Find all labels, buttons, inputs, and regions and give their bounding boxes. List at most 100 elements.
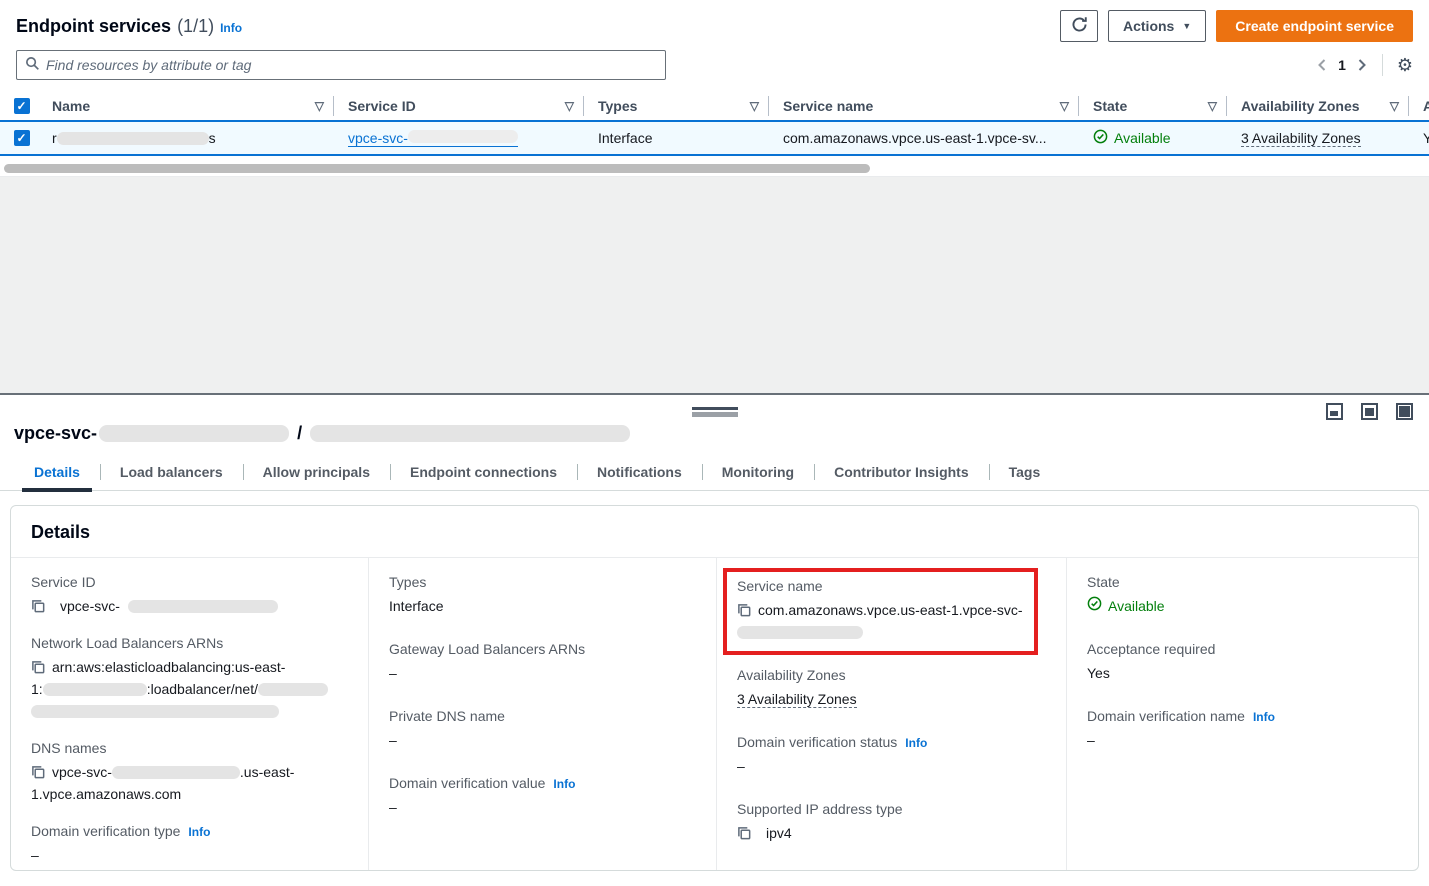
filter-icon[interactable]: ▽ xyxy=(315,99,324,113)
copy-icon[interactable] xyxy=(737,826,752,841)
column-header-service-name[interactable]: Service name ▽ xyxy=(769,92,1079,120)
refresh-button[interactable] xyxy=(1060,10,1098,42)
search-box xyxy=(16,50,666,80)
resource-count: (1/1) xyxy=(177,16,214,37)
copy-icon[interactable] xyxy=(737,603,752,618)
field-domain-verification-type: Domain verification type Info – xyxy=(31,823,348,866)
row-service-name-cell: com.amazonaws.vpce.us-east-1.vpce-sv... xyxy=(769,122,1079,154)
scrollbar-thumb[interactable] xyxy=(4,164,870,173)
redacted-text xyxy=(31,705,279,718)
horizontal-scrollbar xyxy=(4,164,1425,173)
check-circle-icon xyxy=(1093,129,1108,147)
redacted-text xyxy=(112,766,240,779)
redacted-text xyxy=(57,132,209,145)
column-header-state[interactable]: State ▽ xyxy=(1079,92,1227,120)
column-header-availability-zones[interactable]: Availability Zones ▽ xyxy=(1227,92,1409,120)
next-page-button[interactable] xyxy=(1356,58,1368,72)
field-types: Types Interface xyxy=(389,574,696,617)
availability-zones-link[interactable]: 3 Availability Zones xyxy=(1241,130,1361,147)
search-input[interactable] xyxy=(46,57,657,73)
filter-icon[interactable]: ▽ xyxy=(1208,99,1217,113)
column-header-acceptance[interactable]: A xyxy=(1409,92,1429,120)
copy-icon[interactable] xyxy=(31,599,46,614)
select-all-cell xyxy=(0,92,38,120)
tab-load-balancers[interactable]: Load balancers xyxy=(100,458,243,490)
annotation-highlight-box: Service name com.amazonaws.vpce.us-east-… xyxy=(723,568,1038,655)
field-private-dns-name: Private DNS name – xyxy=(389,708,696,751)
details-card-title: Details xyxy=(11,506,1418,558)
panel-size-medium-icon[interactable] xyxy=(1361,403,1378,420)
redacted-text xyxy=(258,683,328,696)
column-header-name[interactable]: Name ▽ xyxy=(38,92,334,120)
pager-divider xyxy=(1382,54,1383,76)
chevron-down-icon: ▼ xyxy=(1182,21,1191,31)
redacted-text xyxy=(99,425,289,442)
split-panel-drag-handle[interactable] xyxy=(692,407,738,417)
field-acceptance-required: Acceptance required Yes xyxy=(1087,641,1398,684)
panel-size-small-icon[interactable] xyxy=(1326,403,1343,420)
info-link[interactable]: Info xyxy=(905,736,927,750)
field-service-id: Service ID vpce-svc- xyxy=(31,574,348,617)
pagination: 1 ⚙ xyxy=(1316,54,1413,76)
detail-split-panel: vpce-svc- / Details Load balancers Allow… xyxy=(0,393,1429,884)
header-info-link[interactable]: Info xyxy=(220,21,242,35)
page-title-text: Endpoint services xyxy=(16,16,171,37)
details-column-2: Types Interface Gateway Load Balancers A… xyxy=(368,558,716,871)
field-availability-zones: Availability Zones 3 Availability Zones xyxy=(737,667,1046,710)
row-checkbox[interactable] xyxy=(14,130,30,146)
tab-notifications[interactable]: Notifications xyxy=(577,458,702,490)
column-header-types[interactable]: Types ▽ xyxy=(584,92,769,120)
table-row[interactable]: r s vpce-svc- Interface com.amazonaws.vp… xyxy=(0,120,1429,156)
copy-icon[interactable] xyxy=(31,660,46,675)
info-link[interactable]: Info xyxy=(1253,710,1275,724)
info-link[interactable]: Info xyxy=(188,825,210,839)
tab-details[interactable]: Details xyxy=(14,458,100,490)
details-column-1: Service ID vpce-svc- Network Load Balanc… xyxy=(11,558,368,871)
service-id-link[interactable]: vpce-svc- xyxy=(348,130,518,147)
tab-monitoring[interactable]: Monitoring xyxy=(702,458,814,490)
redacted-text xyxy=(128,600,278,613)
previous-page-button[interactable] xyxy=(1316,58,1328,72)
tab-endpoint-connections[interactable]: Endpoint connections xyxy=(390,458,577,490)
status-badge: Available xyxy=(1093,129,1171,147)
field-domain-verification-status: Domain verification status Info – xyxy=(737,734,1046,777)
field-service-name: Service name com.amazonaws.vpce.us-east-… xyxy=(737,578,1024,643)
create-endpoint-service-button[interactable]: Create endpoint service xyxy=(1216,10,1413,42)
filter-icon[interactable]: ▽ xyxy=(1390,99,1399,113)
split-panel-size-controls xyxy=(1326,403,1413,420)
column-header-service-id[interactable]: Service ID ▽ xyxy=(334,92,584,120)
list-header: Endpoint services (1/1) Info Actions ▼ C… xyxy=(0,0,1429,42)
redacted-text xyxy=(43,683,147,696)
availability-zones-link[interactable]: 3 Availability Zones xyxy=(737,691,857,708)
search-icon xyxy=(25,56,40,74)
tab-tags[interactable]: Tags xyxy=(989,458,1061,490)
preferences-gear-icon[interactable]: ⚙ xyxy=(1397,56,1413,74)
filter-icon[interactable]: ▽ xyxy=(565,99,574,113)
table-header-row: Name ▽ Service ID ▽ Types ▽ Service name… xyxy=(0,92,1429,120)
endpoint-services-list-panel: Endpoint services (1/1) Info Actions ▼ C… xyxy=(0,0,1429,177)
actions-button[interactable]: Actions ▼ xyxy=(1108,10,1206,42)
field-state: State Available xyxy=(1087,574,1398,617)
row-types-cell: Interface xyxy=(584,122,769,154)
header-actions: Actions ▼ Create endpoint service xyxy=(1060,10,1413,42)
select-all-checkbox[interactable] xyxy=(14,98,30,114)
filter-icon[interactable]: ▽ xyxy=(750,99,759,113)
redacted-text xyxy=(310,425,630,442)
field-dns-names: DNS names vpce-svc-.us-east- 1.vpce.amaz… xyxy=(31,740,348,805)
field-domain-verification-value: Domain verification value Info – xyxy=(389,775,696,818)
current-page[interactable]: 1 xyxy=(1338,57,1346,73)
panel-size-large-icon[interactable] xyxy=(1396,403,1413,420)
tab-contributor-insights[interactable]: Contributor Insights xyxy=(814,458,989,490)
field-domain-verification-name: Domain verification name Info – xyxy=(1087,708,1398,751)
endpoint-services-table: Name ▽ Service ID ▽ Types ▽ Service name… xyxy=(0,92,1429,156)
detail-tabs: Details Load balancers Allow principals … xyxy=(0,458,1429,491)
check-circle-icon xyxy=(1087,595,1102,617)
field-glb-arns: Gateway Load Balancers ARNs – xyxy=(389,641,696,684)
copy-icon[interactable] xyxy=(31,765,46,780)
info-link[interactable]: Info xyxy=(553,777,575,791)
tab-allow-principals[interactable]: Allow principals xyxy=(243,458,390,490)
redacted-text xyxy=(408,130,518,143)
empty-background xyxy=(0,177,1429,393)
row-service-id-cell: vpce-svc- xyxy=(334,122,584,154)
filter-icon[interactable]: ▽ xyxy=(1060,99,1069,113)
